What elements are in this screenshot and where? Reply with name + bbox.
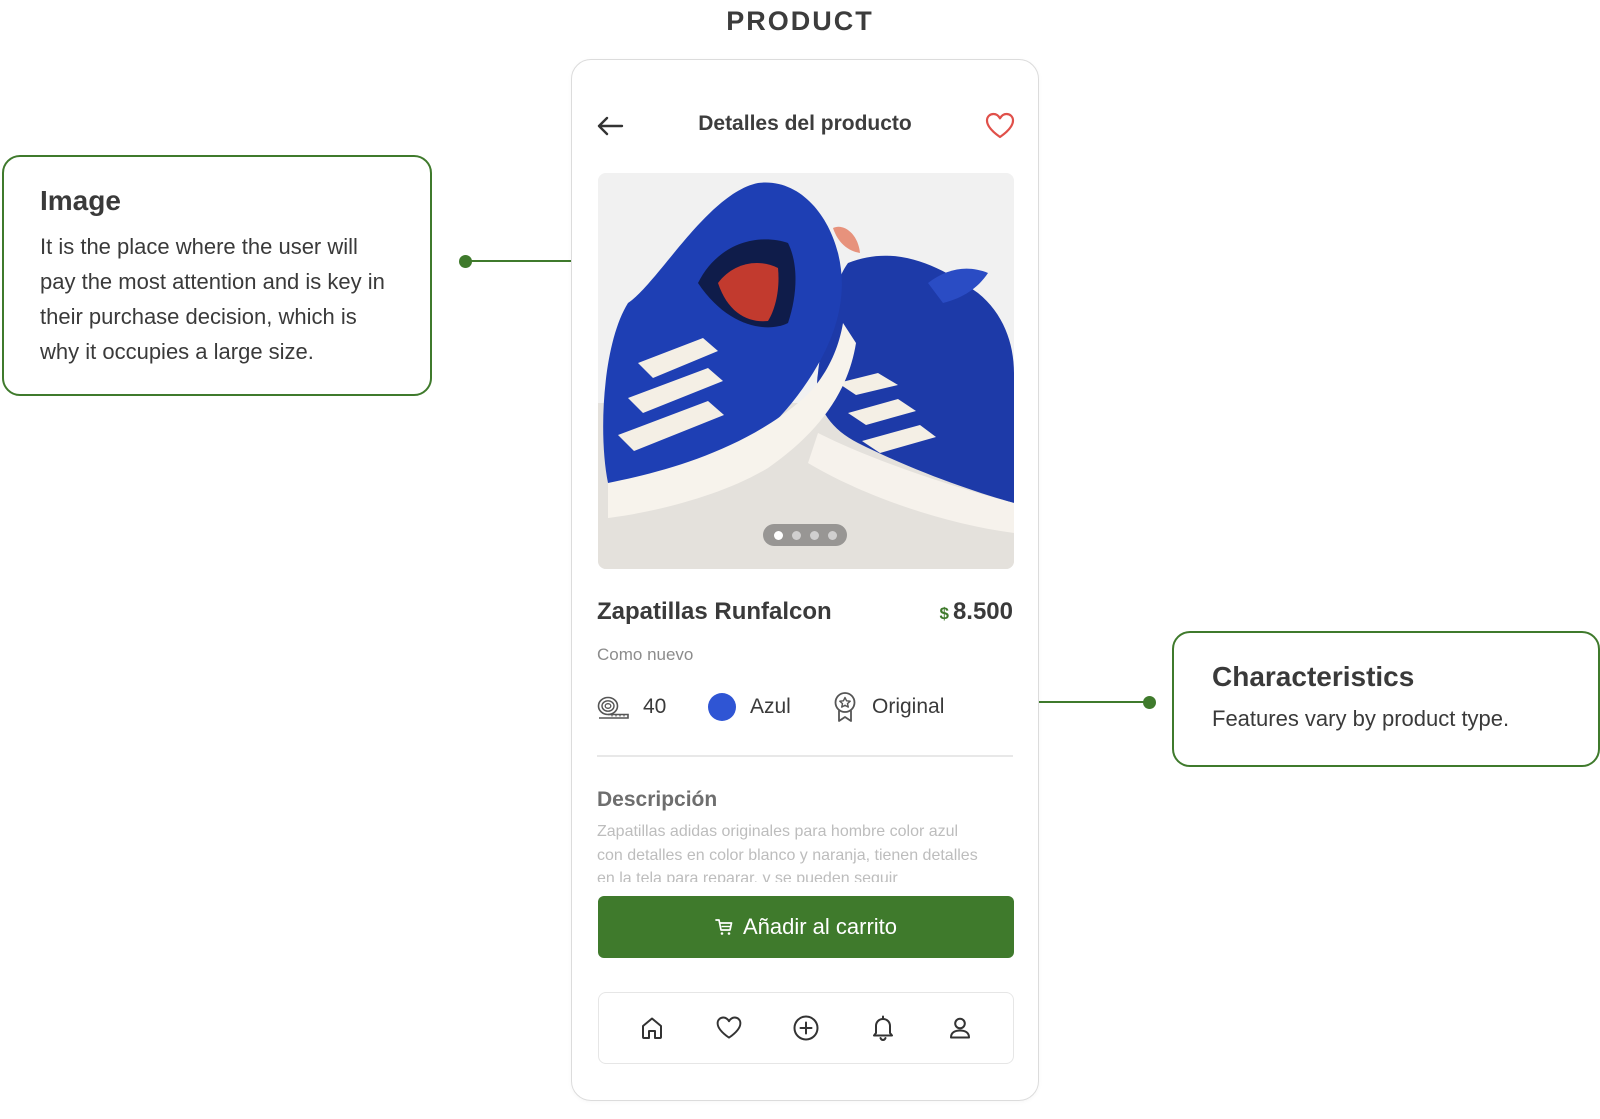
pager-dot[interactable] [827, 530, 837, 540]
description-text: Zapatillas adidas originales para hombre… [597, 823, 978, 882]
award-badge-icon [834, 692, 856, 722]
connector-dot [1143, 696, 1156, 709]
annotation-image: Image It is the place where the user wil… [2, 155, 432, 396]
product-price: $8.500 [939, 598, 1013, 626]
top-bar: Detalles del producto [572, 106, 1038, 146]
description-title: Descripción [597, 788, 718, 811]
product-attributes: 40 Azul Original [597, 690, 1017, 724]
color-value: Azul [750, 695, 791, 718]
annotation-text: It is the place where the user will pay … [40, 234, 385, 364]
nav-profile[interactable] [940, 1008, 980, 1048]
annotation-text: Features vary by product type. [1212, 706, 1510, 731]
attribute-size: 40 [597, 690, 666, 724]
plus-circle-icon [793, 1015, 819, 1041]
price-value: 8.500 [952, 598, 1013, 625]
nav-add[interactable] [786, 1008, 826, 1048]
pager-dot[interactable] [809, 530, 819, 540]
product-condition: Como nuevo [597, 645, 694, 664]
heart-outline-icon [985, 112, 1015, 139]
currency-symbol: $ [939, 604, 949, 623]
add-to-cart-button[interactable]: Añadir al carrito [598, 896, 1014, 958]
heart-icon [716, 1016, 742, 1039]
nav-home[interactable] [632, 1008, 672, 1048]
connector-line [465, 260, 573, 262]
annotation-characteristics: Characteristics Features vary by product… [1172, 631, 1600, 767]
nav-notifications[interactable] [863, 1008, 903, 1048]
phone-frame: Detalles del producto Zapatillas Runfalc… [571, 59, 1039, 1101]
bottom-nav [598, 992, 1014, 1064]
pager-dot[interactable] [773, 530, 783, 540]
authenticity-value: Original [872, 695, 945, 718]
attribute-authenticity: Original [832, 690, 944, 724]
connector-line [1039, 701, 1149, 703]
header-title: Detalles del producto [698, 112, 912, 135]
product-image[interactable] [598, 173, 1014, 569]
annotation-title: Image [40, 185, 121, 216]
favorite-button[interactable] [984, 110, 1016, 142]
measuring-tape-icon [597, 696, 629, 719]
page-title: PRODUCT [726, 6, 874, 36]
home-icon [641, 1017, 662, 1039]
image-pager[interactable] [763, 524, 847, 546]
divider [597, 755, 1013, 757]
attribute-color: Azul [708, 690, 791, 724]
color-swatch [708, 693, 736, 721]
add-to-cart-label: Añadir al carrito [742, 914, 898, 939]
size-value: 40 [643, 695, 667, 718]
user-icon [950, 1017, 971, 1039]
product-name: Zapatillas Runfalcon [597, 598, 832, 625]
shoe-image [598, 173, 1014, 569]
nav-favorites[interactable] [709, 1008, 749, 1048]
annotation-title: Characteristics [1212, 661, 1415, 692]
pager-dot[interactable] [791, 530, 801, 540]
bell-icon [873, 1015, 894, 1042]
cart-icon [715, 919, 733, 935]
